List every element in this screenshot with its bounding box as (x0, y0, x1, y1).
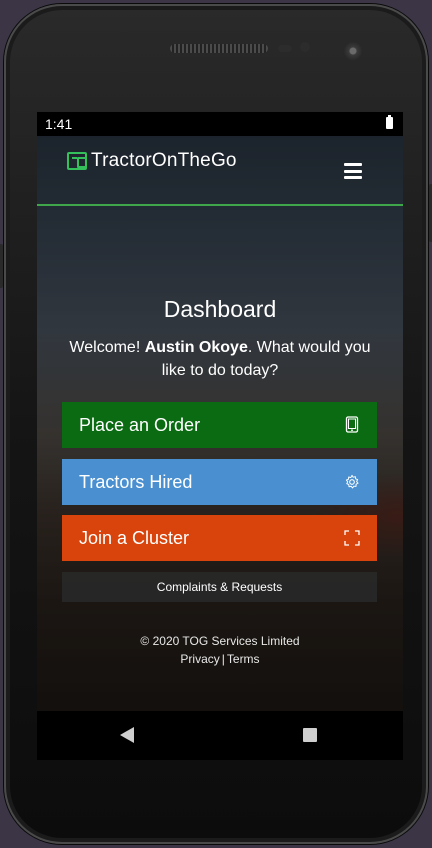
tablet-icon (345, 416, 359, 433)
app-view: TractorOnTheGo Dashboard Welcome! Austin… (37, 136, 403, 711)
phone-screen: 1:41 TractorOnTheGo Dashboard Welcome! A… (37, 112, 403, 760)
status-bar: 1:41 (37, 112, 403, 136)
terms-link[interactable]: Terms (227, 652, 260, 666)
join-cluster-label: Join a Cluster (79, 527, 190, 548)
gear-icon (345, 474, 359, 489)
user-name: Austin Okoye (144, 339, 248, 356)
brand-logo[interactable]: TractorOnTheGo (67, 150, 237, 172)
tractors-hired-button[interactable]: Tractors Hired (62, 459, 377, 505)
complaints-requests-button[interactable]: Complaints & Requests (62, 572, 377, 602)
page-title: Dashboard (163, 296, 277, 322)
place-order-button[interactable]: Place an Order (62, 402, 377, 448)
back-triangle-icon[interactable] (120, 727, 134, 743)
footer-separator: | (221, 652, 225, 666)
hamburger-menu-icon[interactable] (344, 163, 362, 179)
phone-frame: 1:41 TractorOnTheGo Dashboard Welcome! A… (0, 4, 432, 844)
front-camera (343, 41, 363, 61)
place-order-label: Place an Order (79, 414, 201, 435)
battery-icon (386, 115, 393, 129)
status-time: 1:41 (45, 116, 73, 132)
expand-icon (344, 530, 360, 546)
top-navbar: TractorOnTheGo (37, 136, 403, 206)
tog-logo-icon (67, 152, 87, 170)
recents-square-icon[interactable] (303, 728, 317, 742)
footer: © 2020 TOG Services Limited Privacy | Term… (37, 632, 403, 668)
proximity-sensor (278, 45, 292, 52)
welcome-prefix: Welcome! (69, 339, 145, 356)
android-nav-bar (37, 711, 403, 760)
join-cluster-button[interactable]: Join a Cluster (62, 515, 377, 561)
side-button-left (0, 244, 3, 288)
earpiece-speaker (170, 44, 268, 53)
privacy-link[interactable]: Privacy (180, 652, 219, 666)
brand-name: TractorOnTheGo (91, 150, 237, 171)
copyright-text: © 2020 TOG Services Limited (140, 634, 300, 648)
welcome-message: Welcome! Austin Okoye. What would you li… (62, 336, 378, 382)
tractors-hired-label: Tractors Hired (79, 471, 193, 492)
light-sensor (300, 42, 310, 52)
